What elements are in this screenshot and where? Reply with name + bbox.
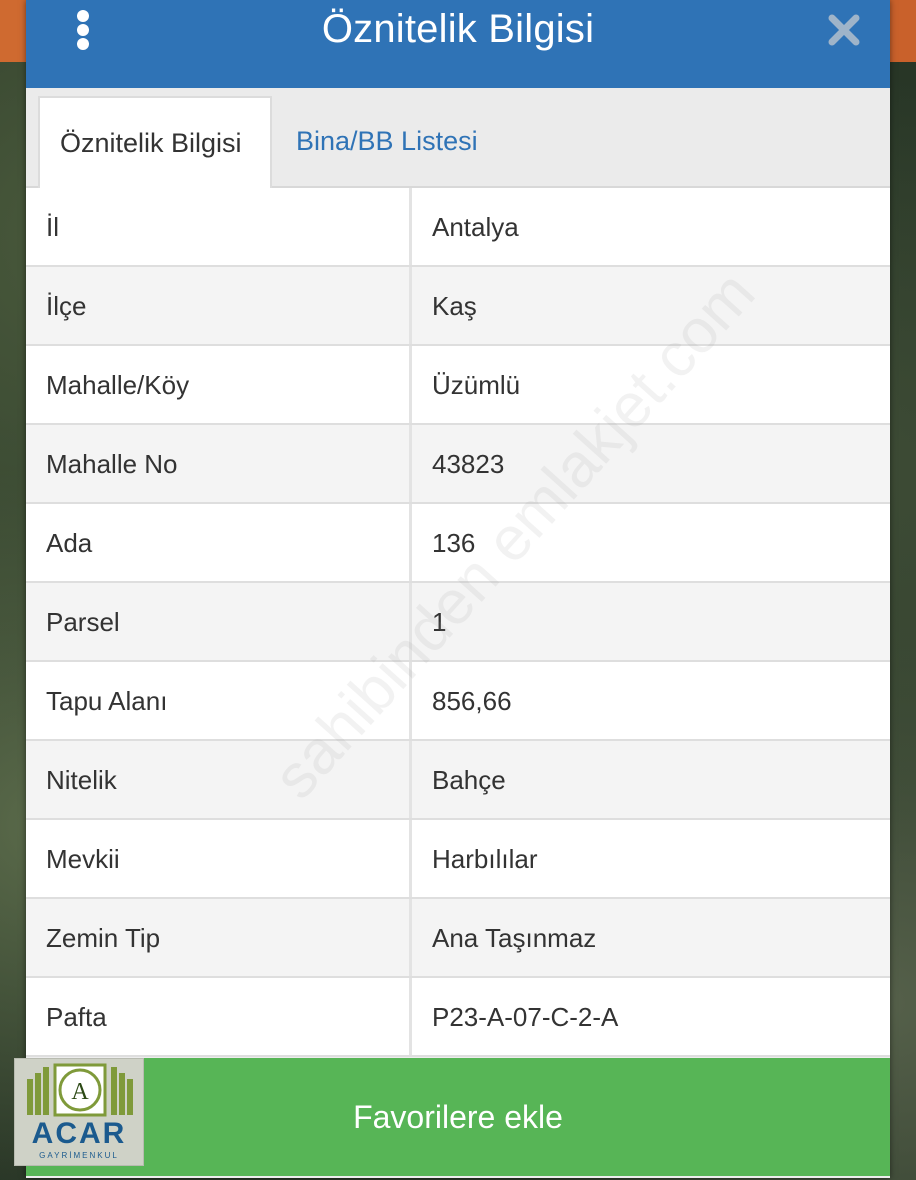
table-row: İl Antalya	[26, 188, 890, 267]
acar-logo: A ACAR GAYRİMENKUL	[14, 1058, 144, 1166]
attribute-value: P23-A-07-C-2-A	[412, 978, 890, 1055]
attribute-key: Mahalle/Köy	[26, 346, 412, 423]
attribute-key: İlçe	[26, 267, 412, 344]
tab-bar: Öznitelik Bilgisi Bina/BB Listesi	[26, 88, 890, 190]
attribute-table: İl Antalya İlçe Kaş Mahalle/Köy Üzümlü Mahalle…	[26, 188, 890, 1057]
attribute-value: Üzümlü	[412, 346, 890, 423]
dialog-header: Öznitelik Bilgisi	[26, 0, 890, 88]
table-row: Mahalle/Köy Üzümlü	[26, 346, 890, 425]
svg-text:A: A	[71, 1079, 89, 1105]
table-row: Parsel 1	[26, 583, 890, 662]
attribute-value: 136	[412, 504, 890, 581]
close-icon[interactable]	[824, 10, 864, 50]
table-row: Nitelik Bahçe	[26, 741, 890, 820]
attribute-value: 1	[412, 583, 890, 660]
attribute-value: Ana Taşınmaz	[412, 899, 890, 976]
attribute-value: Kaş	[412, 267, 890, 344]
attribute-value: Antalya	[412, 188, 890, 265]
logo-name: ACAR	[31, 1117, 127, 1150]
attribute-key: Mahalle No	[26, 425, 412, 502]
table-row: Ada 136	[26, 504, 890, 583]
table-row: Tapu Alanı 856,66	[26, 662, 890, 741]
table-row: Mahalle No 43823	[26, 425, 890, 504]
attribute-value: Bahçe	[412, 741, 890, 818]
table-row: Zemin Tip Ana Taşınmaz	[26, 899, 890, 978]
tab-attribute-info[interactable]: Öznitelik Bilgisi	[38, 96, 272, 190]
attribute-key: Nitelik	[26, 741, 412, 818]
add-to-favorites-button[interactable]: Favorilere ekle	[26, 1058, 890, 1176]
table-row: Pafta P23-A-07-C-2-A	[26, 978, 890, 1057]
attribute-value: 43823	[412, 425, 890, 502]
attribute-dialog: Öznitelik Bilgisi Öznitelik Bilgisi Bina…	[26, 0, 890, 1178]
attribute-value: 856,66	[412, 662, 890, 739]
tab-building-list[interactable]: Bina/BB Listesi	[276, 96, 498, 186]
attribute-key: İl	[26, 188, 412, 265]
attribute-key: Zemin Tip	[26, 899, 412, 976]
attribute-key: Tapu Alanı	[26, 662, 412, 739]
attribute-key: Ada	[26, 504, 412, 581]
logo-subtitle: GAYRİMENKUL	[39, 1151, 119, 1160]
dialog-title: Öznitelik Bilgisi	[321, 7, 595, 51]
attribute-key: Parsel	[26, 583, 412, 660]
table-row: Mevkii Harbılılar	[26, 820, 890, 899]
attribute-value: Harbılılar	[412, 820, 890, 897]
table-row: İlçe Kaş	[26, 267, 890, 346]
logo-building-icon: A	[27, 1063, 133, 1117]
attribute-key: Mevkii	[26, 820, 412, 897]
attribute-key: Pafta	[26, 978, 412, 1055]
